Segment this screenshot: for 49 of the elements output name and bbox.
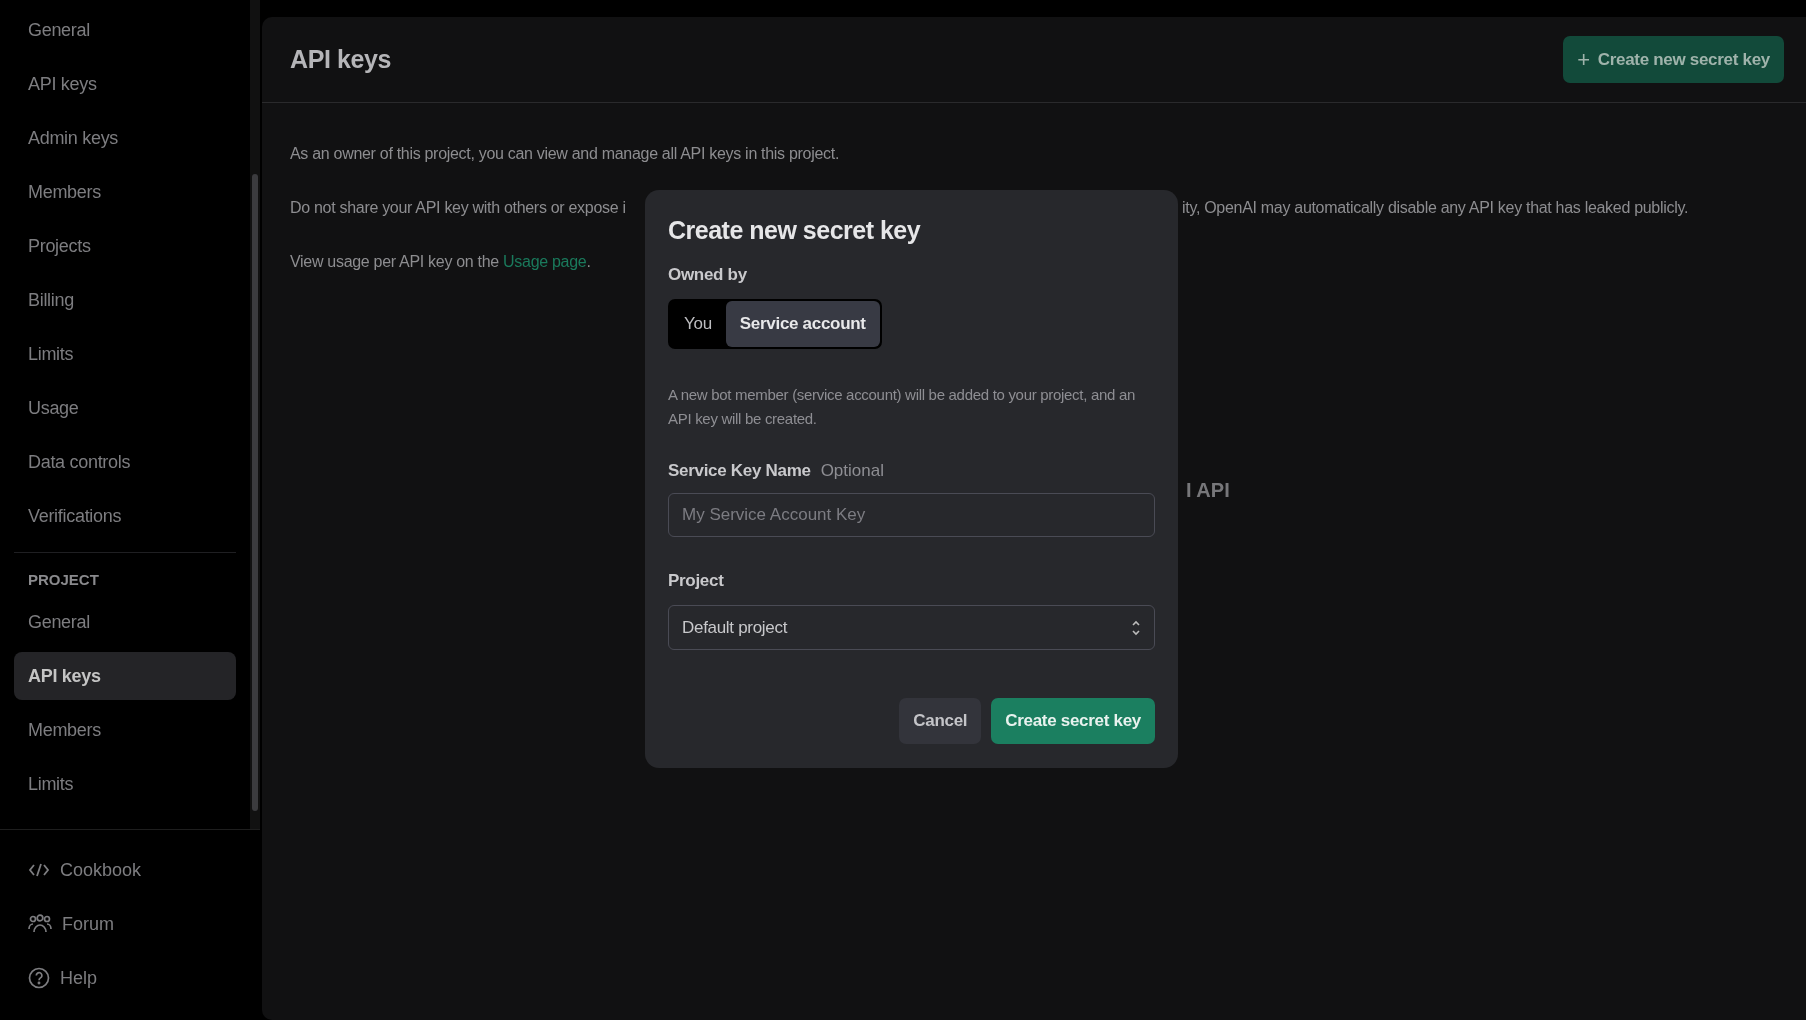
plus-icon: + <box>1577 46 1590 73</box>
optional-hint: Optional <box>820 461 884 481</box>
owner-option[interactable]: Service account <box>725 301 880 347</box>
chevron-updown-icon <box>1131 618 1141 637</box>
key-name-field[interactable]: My Service Account Key <box>668 493 1155 537</box>
footer-link[interactable]: Help <box>14 954 246 1002</box>
intro-text: As an owner of this project, you can view and manage all API keys in this project. <box>290 145 840 163</box>
sidebar-item[interactable]: Verifications <box>14 492 236 540</box>
sidebar-item[interactable]: General <box>14 6 236 54</box>
select-value: Default project <box>682 617 788 638</box>
cancel-button[interactable]: Cancel <box>899 698 982 744</box>
sidebar-item[interactable]: Admin keys <box>14 114 236 162</box>
sidebar-item[interactable]: API keys <box>14 652 236 700</box>
section-heading: PROJECT <box>27 570 100 590</box>
sidebar-item[interactable]: API keys <box>14 60 236 108</box>
usage-link[interactable]: Usage page <box>503 253 587 270</box>
footer-link[interactable]: Forum <box>14 900 246 948</box>
field-label: Service Key Name <box>668 461 811 481</box>
sidebar-item[interactable]: Billing <box>14 276 236 324</box>
sidebar-item[interactable]: Limits <box>14 760 236 808</box>
sidebar-item[interactable]: Members <box>14 168 236 216</box>
link-label: Cookbook <box>60 859 142 881</box>
sidebar-item[interactable]: Projects <box>14 222 236 270</box>
empty-state-heading: I API <box>1186 479 1230 502</box>
sidebar-item[interactable]: General <box>14 598 236 646</box>
usage-text: View usage per API key on the Usage page. <box>290 253 591 271</box>
sidebar-item[interactable]: Limits <box>14 330 236 378</box>
field-label: Project <box>668 571 724 591</box>
people-icon <box>28 914 52 934</box>
sidebar-item[interactable]: Usage <box>14 384 236 432</box>
scrollbar[interactable] <box>250 0 260 829</box>
owner-option[interactable]: You <box>670 301 726 347</box>
sidebar-item[interactable]: Data controls <box>14 438 236 486</box>
link-label: Help <box>60 967 98 989</box>
code-icon <box>28 862 50 878</box>
footer-link[interactable]: Cookbook <box>14 846 246 894</box>
sidebar-item[interactable]: Members <box>14 706 236 754</box>
dialog-title: Create new secret key <box>668 216 922 245</box>
button-label: Create new secret key <box>1597 49 1770 70</box>
field-label: Owned by <box>668 265 747 285</box>
project-select[interactable]: Default project <box>668 605 1155 650</box>
warning-text: Do not share your API key with others or expose i <box>290 199 627 217</box>
link-label: Forum <box>62 913 114 935</box>
help-icon <box>28 967 50 989</box>
create-button[interactable]: Create secret key <box>991 698 1155 744</box>
description-text: A new bot member (service account) will be added to your project, and an API key will be created. <box>668 385 1136 429</box>
create-key-button[interactable]: + Create new secret key <box>1563 36 1784 83</box>
page-title: API keys <box>290 45 392 74</box>
warning-text: ity, OpenAI may automatically disable any API key that has leaked publicly. <box>1182 199 1689 217</box>
